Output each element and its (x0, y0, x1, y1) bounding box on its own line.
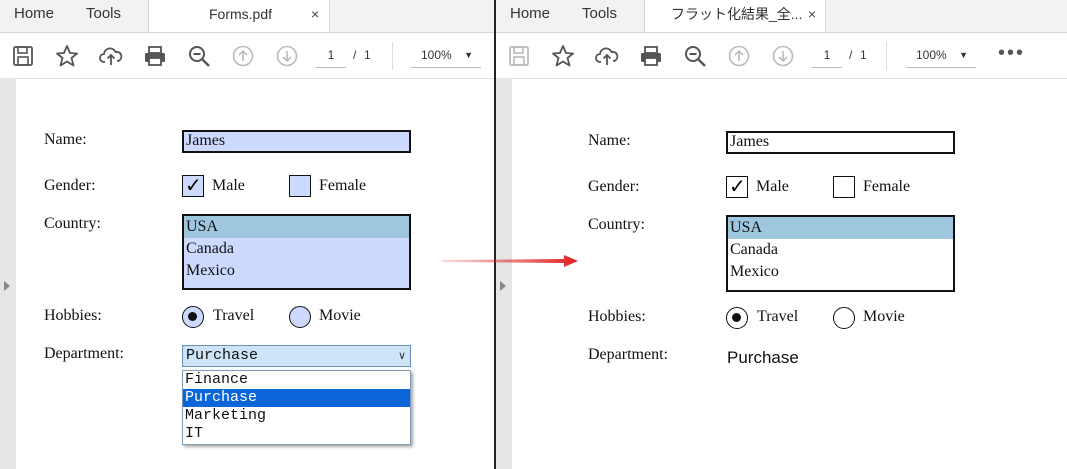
chevron-down-icon[interactable]: ∨ (398, 346, 406, 366)
country-label: Country: (44, 215, 101, 232)
page-separator: / (353, 48, 357, 62)
zoom-out-icon[interactable] (186, 43, 212, 69)
side-panel-toggle[interactable] (496, 79, 512, 469)
male-option-label: Male (212, 177, 245, 194)
movie-option-label: Movie (863, 308, 905, 325)
female-checkbox[interactable] (289, 175, 311, 197)
more-icon[interactable]: ••• (998, 43, 1025, 63)
tab-home[interactable]: Home (14, 0, 54, 28)
female-option-label: Female (863, 178, 911, 195)
tab-document[interactable]: Forms.pdf × (148, 0, 330, 32)
chevron-down-icon: ▼ (464, 50, 473, 60)
radio-selected-dot (188, 312, 197, 321)
department-option[interactable]: Purchase (183, 389, 410, 407)
tab-tools[interactable]: Tools (582, 0, 617, 28)
page-down-icon[interactable] (274, 43, 300, 69)
department-option[interactable]: Finance (183, 371, 410, 389)
country-listbox: USA Canada Mexico (726, 215, 955, 292)
page-total: 1 (364, 48, 371, 62)
page-separator: / (849, 48, 853, 62)
department-option[interactable]: IT (183, 425, 410, 443)
movie-option-label: Movie (319, 307, 361, 324)
close-tab-icon[interactable]: × (808, 0, 816, 28)
page-total: 1 (860, 48, 867, 62)
department-value: Purchase (727, 348, 799, 367)
name-label: Name: (44, 131, 87, 148)
travel-radio (726, 307, 748, 329)
department-label: Department: (588, 346, 668, 363)
page-number-input[interactable]: 1 (812, 43, 842, 68)
country-label: Country: (588, 216, 645, 233)
name-value-box: James (726, 131, 955, 154)
toolbar: 1 / 1 100% ▼ ••• (496, 33, 1067, 79)
department-selected-value: Purchase (186, 347, 259, 364)
checkmark-icon: ✓ (185, 173, 202, 197)
page-up-icon[interactable] (726, 43, 752, 69)
female-option-label: Female (319, 177, 367, 194)
page-up-icon[interactable] (230, 43, 256, 69)
toolbar-divider (392, 42, 393, 70)
document-tab-title: フラット化結果_全... (671, 6, 803, 22)
save-icon[interactable] (10, 43, 36, 69)
country-option[interactable]: Canada (184, 238, 409, 260)
country-option: Mexico (730, 263, 779, 280)
expand-panel-icon (500, 281, 506, 291)
document-tab-title: Forms.pdf (209, 6, 273, 22)
checkmark-icon: ✓ (729, 174, 746, 198)
department-dropdown-list: Finance Purchase Marketing IT (182, 370, 411, 445)
chevron-down-icon: ▼ (959, 50, 968, 60)
zoom-select[interactable]: 100% ▼ (906, 43, 976, 68)
arrow-icon (442, 255, 578, 267)
expand-panel-icon (4, 281, 10, 291)
movie-radio[interactable] (289, 306, 311, 328)
name-label: Name: (588, 132, 631, 149)
tab-bar: Home Tools Forms.pdf × (0, 0, 494, 33)
movie-radio (833, 307, 855, 329)
hobbies-label: Hobbies: (588, 308, 646, 325)
zoom-value: 100% (916, 48, 947, 62)
travel-option-label: Travel (213, 307, 255, 324)
star-icon[interactable] (54, 43, 80, 69)
tab-tools[interactable]: Tools (86, 0, 121, 28)
zoom-out-icon[interactable] (682, 43, 708, 69)
country-option: USA (728, 217, 953, 239)
country-option: Canada (730, 241, 778, 258)
print-icon[interactable] (142, 43, 168, 69)
male-option-label: Male (756, 178, 789, 195)
name-field[interactable]: James (182, 130, 411, 153)
department-label: Department: (44, 345, 124, 362)
tab-home[interactable]: Home (510, 0, 550, 28)
country-listbox[interactable]: USA Canada Mexico (182, 214, 411, 290)
zoom-select[interactable]: 100% ▼ (411, 43, 481, 68)
close-tab-icon[interactable]: × (311, 0, 319, 28)
male-checkbox[interactable]: ✓ (182, 173, 204, 197)
left-viewer-pane: Home Tools Forms.pdf × 1 / 1 100% ▼ Name… (0, 0, 494, 469)
department-combobox[interactable]: Purchase ∨ (182, 345, 411, 367)
toolbar-divider (886, 42, 887, 70)
zoom-value: 100% (421, 48, 452, 62)
country-option[interactable]: Mexico (184, 260, 409, 282)
print-icon[interactable] (638, 43, 664, 69)
gender-label: Gender: (588, 178, 640, 195)
tab-bar: Home Tools フラット化結果_全... × (496, 0, 1067, 33)
hobbies-label: Hobbies: (44, 307, 102, 324)
side-panel-toggle[interactable] (0, 79, 16, 469)
tab-document[interactable]: フラット化結果_全... × (644, 0, 826, 32)
page-down-icon[interactable] (770, 43, 796, 69)
page-number-input[interactable]: 1 (316, 43, 346, 68)
department-option[interactable]: Marketing (183, 407, 410, 425)
radio-selected-dot (732, 313, 741, 322)
cloud-upload-icon[interactable] (98, 43, 124, 69)
travel-option-label: Travel (757, 308, 799, 325)
gender-label: Gender: (44, 177, 96, 194)
toolbar: 1 / 1 100% ▼ (0, 33, 494, 79)
star-icon[interactable] (550, 43, 576, 69)
save-icon[interactable] (506, 43, 532, 69)
male-checkbox: ✓ (726, 174, 748, 198)
right-viewer-pane: Home Tools フラット化結果_全... × 1 / 1 100% ▼ •… (496, 0, 1067, 469)
cloud-upload-icon[interactable] (594, 43, 620, 69)
country-option[interactable]: USA (184, 216, 409, 238)
female-checkbox (833, 176, 855, 198)
travel-radio[interactable] (182, 306, 204, 328)
